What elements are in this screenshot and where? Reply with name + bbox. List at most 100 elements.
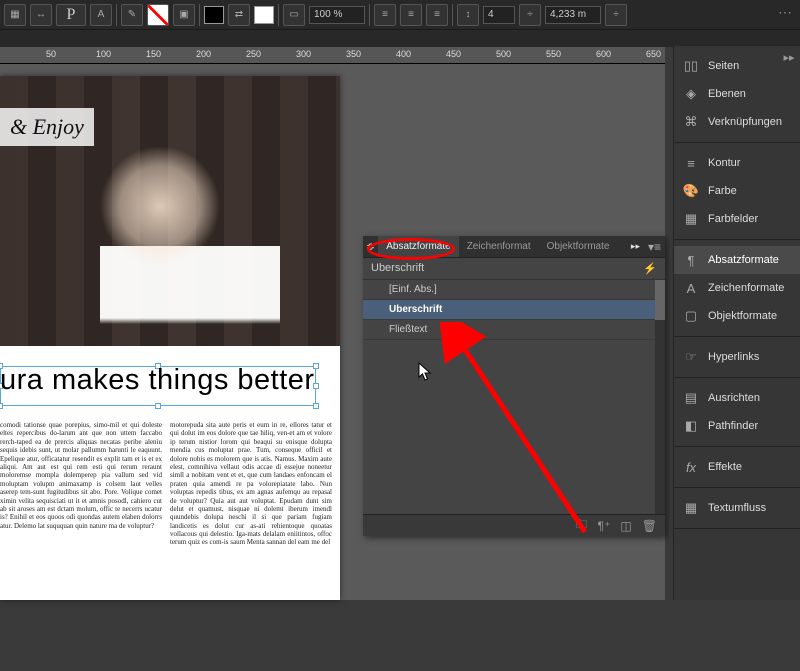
sidebar-item-layers[interactable]: ◈ Ebenen xyxy=(674,80,800,108)
ruler-tick: 250 xyxy=(246,49,261,59)
tab-character-styles[interactable]: Zeichenformat xyxy=(459,236,539,257)
page: & Enjoy ura makes things better comodi t… xyxy=(0,76,340,600)
step-icon-2[interactable]: ÷ xyxy=(605,4,627,26)
ruler-tick: 350 xyxy=(346,49,361,59)
ruler-tick: 450 xyxy=(446,49,461,59)
panel-scrollbar[interactable] xyxy=(655,280,665,514)
style-item-uberschrift[interactable]: Uberschrift xyxy=(363,300,665,320)
ruler-tick: 650 xyxy=(646,49,661,59)
tab-paragraph-styles[interactable]: Absatzformate xyxy=(378,236,458,257)
panel-menu-icon[interactable]: ▾≡ xyxy=(644,236,665,257)
sidebar-item-textwrap[interactable]: ▦Textumfluss xyxy=(674,494,800,522)
sidebar-item-char-styles[interactable]: AZeichenformate xyxy=(674,274,800,302)
swap-icon[interactable]: ⇄ xyxy=(228,4,250,26)
hyperlinks-icon: ☞ xyxy=(682,349,700,365)
zoom-fit-icon[interactable]: ▭ xyxy=(283,4,305,26)
quick-apply-icon[interactable]: ⚡ xyxy=(643,262,657,275)
tool-move-icon[interactable]: ↔ xyxy=(30,4,52,26)
num-input[interactable] xyxy=(483,6,515,24)
tab-object-styles[interactable]: Objektformate xyxy=(539,236,618,257)
sidebar-item-links[interactable]: ⌘Verknüpfungen xyxy=(674,108,800,136)
top-toolbar: ▦ ↔ P A ✎ ▣ ⇄ ▭ ≡ ≡ ≡ ↕ ÷ ÷ xyxy=(0,0,800,30)
color-icon: 🎨 xyxy=(682,183,700,199)
pathfinder-icon: ◧ xyxy=(682,418,700,434)
sidebar-item-color[interactable]: 🎨Farbe xyxy=(674,177,800,205)
trash-icon[interactable]: 🗑 xyxy=(642,519,657,533)
tool-char-icon[interactable]: A xyxy=(90,4,112,26)
align-icon: ▤ xyxy=(682,390,700,406)
divider xyxy=(278,4,279,26)
current-style-name: Uberschrift ⚡ xyxy=(363,258,665,280)
length-input[interactable] xyxy=(545,6,601,24)
effects-icon: fx xyxy=(682,459,700,475)
sidebar-item-label: Farbfelder xyxy=(708,213,758,225)
eyedropper-icon[interactable]: ✎ xyxy=(121,4,143,26)
ruler-tick: 550 xyxy=(546,49,561,59)
ruler-tick: 150 xyxy=(146,49,161,59)
badge-enjoy: & Enjoy xyxy=(0,108,94,146)
link-attrs-icon[interactable]: ↕ xyxy=(457,4,479,26)
align3-icon[interactable]: ≡ xyxy=(426,4,448,26)
sidebar-item-stroke[interactable]: ≡ Kontur xyxy=(674,149,800,177)
para-styles-icon: ¶ xyxy=(682,252,700,268)
sidebar-item-label: Absatzformate xyxy=(708,254,779,266)
style-item-fliesstext[interactable]: Fließtext xyxy=(363,320,665,340)
resize-handle[interactable] xyxy=(0,403,3,409)
sidebar-item-label: Ausrichten xyxy=(708,392,760,404)
panel-dock-icon[interactable]: ▸▸ xyxy=(627,236,644,257)
sidebar-item-pathfinder[interactable]: ◧ Pathfinder xyxy=(674,412,800,440)
tool-paragraph-icon[interactable]: P xyxy=(56,4,86,26)
paragraph-styles-panel[interactable]: ≎ Absatzformate Zeichenformat Objektform… xyxy=(363,236,665,536)
collapse-icon[interactable]: ≎ xyxy=(363,236,378,257)
ruler-tick: 500 xyxy=(496,49,511,59)
style-item-basic[interactable]: [Einf. Abs.] xyxy=(363,280,665,300)
tool-reset-icon[interactable]: ▦ xyxy=(4,4,26,26)
sidebar-item-label: Seiten xyxy=(708,60,739,72)
pages-icon: ▯▯ xyxy=(682,58,700,74)
stroke-toggle-icon[interactable]: ▣ xyxy=(173,4,195,26)
sidebar-item-label: Zeichenformate xyxy=(708,282,784,294)
sidebar-item-object-styles[interactable]: ▢ Objektformate xyxy=(674,302,800,330)
sidebar-item-label: Hyperlinks xyxy=(708,351,759,363)
horizontal-ruler: 50 100 150 200 250 300 350 400 450 500 5… xyxy=(0,47,665,64)
sidebar-collapse-icon[interactable]: ▸▸ xyxy=(778,46,800,68)
resize-handle[interactable] xyxy=(155,403,161,409)
align2-icon[interactable]: ≡ xyxy=(400,4,422,26)
sub-toolbar xyxy=(0,30,800,47)
ruler-tick: 400 xyxy=(396,49,411,59)
panel-tabs: ≎ Absatzformate Zeichenformat Objektform… xyxy=(363,236,665,258)
sidebar-item-label: Kontur xyxy=(708,157,740,169)
panel-footer: 🗀 ¶⁺ ◫ 🗑 xyxy=(363,514,665,536)
sidebar-item-label: Effekte xyxy=(708,461,742,473)
sidebar-item-paragraph-styles[interactable]: ¶ Absatzformate xyxy=(674,246,800,274)
sidebar-item-label: Objektformate xyxy=(708,310,777,322)
sidebar-item-label: Ebenen xyxy=(708,88,746,100)
ruler-tick: 300 xyxy=(296,49,311,59)
sidebar-item-align[interactable]: ▤ Ausrichten xyxy=(674,384,800,412)
body-column-2: motorepuda sita aute peris et eum in re,… xyxy=(170,421,332,671)
divider xyxy=(199,4,200,26)
ruler-tick: 50 xyxy=(46,49,56,59)
swatch-white[interactable] xyxy=(254,6,274,24)
sidebar-item-swatches[interactable]: ▦Farbfelder xyxy=(674,205,800,233)
resize-handle[interactable] xyxy=(313,403,319,409)
scrollbar-thumb[interactable] xyxy=(655,280,665,320)
sidebar-item-effects[interactable]: fx Effekte xyxy=(674,453,800,481)
sidebar-item-hyperlinks[interactable]: ☞ Hyperlinks xyxy=(674,343,800,371)
stroke-icon: ≡ xyxy=(682,155,700,171)
clear-overrides-icon[interactable]: ¶⁺ xyxy=(598,519,611,533)
zoom-input[interactable] xyxy=(309,6,365,24)
step-icon[interactable]: ÷ xyxy=(519,4,541,26)
workspace-menu-icon[interactable]: ⋯ xyxy=(778,4,792,21)
ruler-tick: 600 xyxy=(596,49,611,59)
obj-styles-icon: ▢ xyxy=(682,308,700,324)
layers-icon: ◈ xyxy=(682,86,700,102)
sidebar-item-label: Textumfluss xyxy=(708,502,766,514)
new-style-icon[interactable]: ◫ xyxy=(620,519,631,533)
sidebar-item-label: Pathfinder xyxy=(708,420,758,432)
swatch-black[interactable] xyxy=(204,6,224,24)
folder-icon[interactable]: 🗀 xyxy=(576,515,588,536)
none-icon[interactable] xyxy=(147,4,169,26)
align-icon[interactable]: ≡ xyxy=(374,4,396,26)
links-icon: ⌘ xyxy=(682,114,700,130)
